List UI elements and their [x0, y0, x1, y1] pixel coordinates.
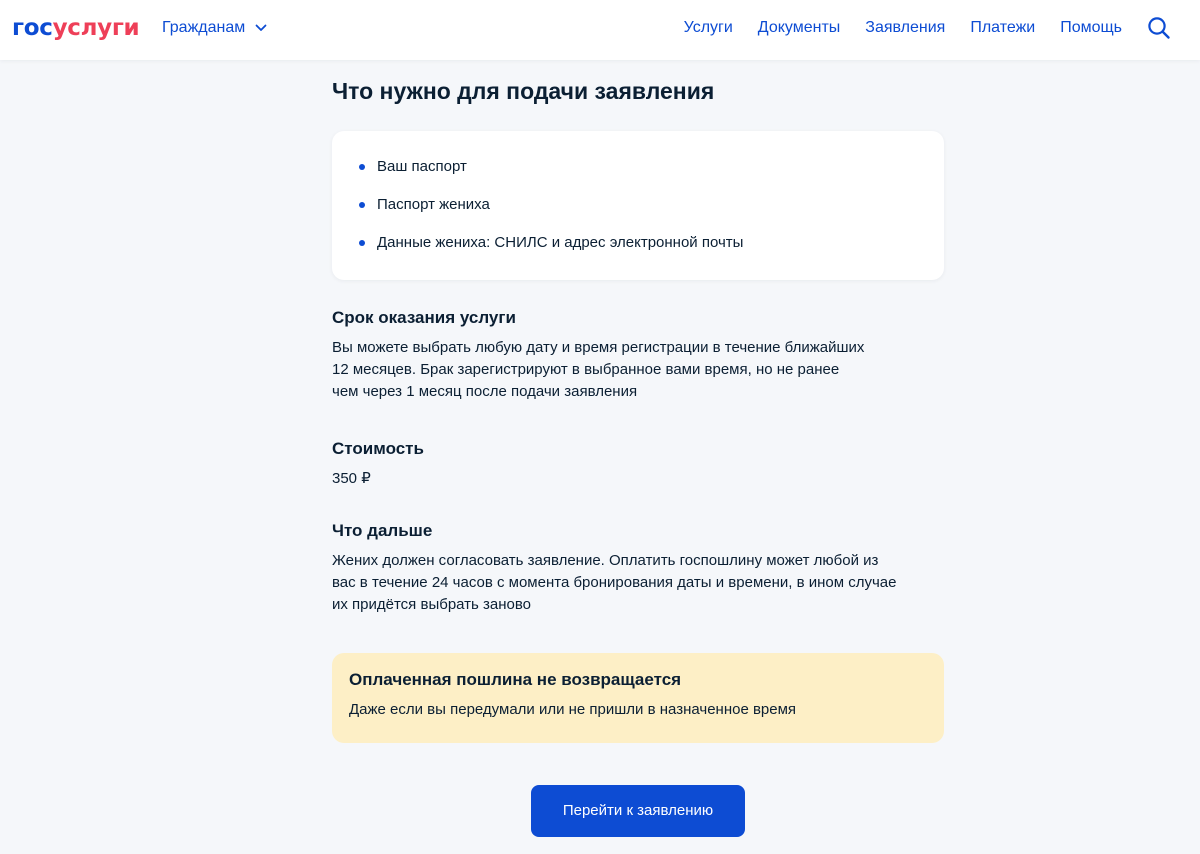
fee-warning-banner: Оплаченная пошлина не возвращается Даже …: [332, 653, 944, 743]
cost-heading: Стоимость: [332, 439, 424, 458]
bullet-icon: [359, 240, 365, 246]
nav-documents[interactable]: Документы: [758, 18, 840, 38]
service-term-heading: Срок оказания услуги: [332, 308, 516, 327]
list-item: Паспорт жениха: [359, 195, 743, 215]
gosuslugi-logo[interactable]: госуслуги: [12, 14, 140, 42]
search-icon[interactable]: [1146, 15, 1172, 41]
site-header: госуслуги Гражданам Услуги Документы Зая…: [0, 0, 1200, 60]
service-term-section: Срок оказания услуги Вы можете выбрать л…: [332, 307, 944, 403]
next-steps-text: Жених должен согласовать заявление. Опла…: [332, 550, 944, 616]
list-item-text: Данные жениха: СНИЛС и адрес электронной…: [377, 234, 744, 251]
list-item: Ваш паспорт: [359, 157, 743, 177]
main-nav: Услуги Документы Заявления Платежи Помощ…: [684, 18, 1122, 38]
warning-heading: Оплаченная пошлина не возвращается: [349, 670, 682, 689]
nav-payments[interactable]: Платежи: [970, 18, 1035, 38]
text-line: вас в течение 24 часов с момента брониро…: [332, 574, 897, 591]
warning-text: Даже если вы передумали или не пришли в …: [349, 701, 797, 718]
logo-part-gos: гос: [12, 15, 53, 41]
logo-part-uslugi: услуги: [52, 15, 140, 41]
text-line: их придётся выбрать заново: [332, 596, 532, 613]
text-line: Вы можете выбрать любую дату и время рег…: [332, 339, 865, 356]
nav-applications[interactable]: Заявления: [865, 18, 945, 38]
chevron-down-icon: [255, 24, 267, 32]
audience-label: Гражданам: [162, 19, 246, 36]
requirements-card: Ваш паспорт Паспорт жениха Данные жениха…: [332, 131, 944, 280]
text-line: Жених должен согласовать заявление. Опла…: [332, 552, 879, 569]
list-item: Данные жениха: СНИЛС и адрес электронной…: [359, 233, 743, 253]
audience-dropdown[interactable]: Гражданам: [162, 18, 267, 38]
nav-services[interactable]: Услуги: [684, 18, 733, 38]
cost-value: 350 ₽: [332, 470, 371, 487]
bullet-icon: [359, 202, 365, 208]
text-line: 12 месяцев. Брак зарегистрируют в выбран…: [332, 361, 840, 378]
list-item-text: Паспорт жениха: [377, 196, 490, 213]
service-term-text: Вы можете выбрать любую дату и время рег…: [332, 337, 944, 403]
next-steps-heading: Что дальше: [332, 521, 433, 540]
next-steps-section: Что дальше Жених должен согласовать заяв…: [332, 520, 944, 616]
cost-section: Стоимость 350 ₽: [332, 438, 944, 490]
text-line: чем через 1 месяц после подачи заявления: [332, 383, 638, 400]
list-item-text: Ваш паспорт: [377, 158, 467, 175]
bullet-icon: [359, 164, 365, 170]
go-to-application-button[interactable]: Перейти к заявлению: [531, 785, 745, 837]
requirements-list: Ваш паспорт Паспорт жениха Данные жениха…: [359, 157, 743, 271]
page-title: Что нужно для подачи заявления: [332, 78, 715, 104]
nav-help[interactable]: Помощь: [1060, 18, 1122, 38]
